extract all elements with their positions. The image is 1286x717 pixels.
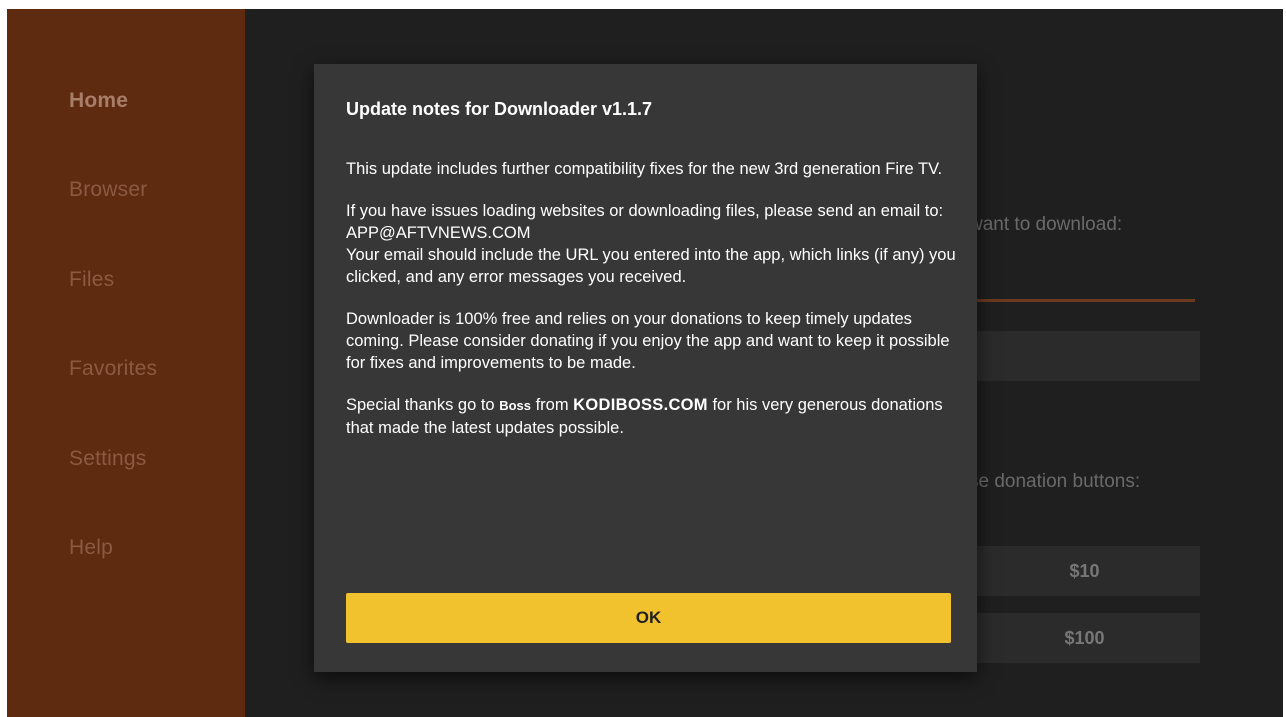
sidebar-item-help[interactable]: Help (69, 536, 113, 560)
app-window: Home Browser Files Favorites Settings He… (7, 9, 1283, 717)
sidebar-item-settings[interactable]: Settings (69, 447, 146, 471)
donate-10-button[interactable]: $10 (969, 546, 1200, 596)
dialog-text: Your email should include the URL you en… (346, 246, 956, 286)
dialog-body: This update includes further compatibili… (346, 158, 956, 459)
sidebar-item-home[interactable]: Home (69, 89, 128, 113)
donor-site: KODIBOSS.COM (573, 396, 708, 414)
dialog-title: Update notes for Downloader v1.1.7 (346, 99, 653, 119)
go-button[interactable] (969, 331, 1200, 381)
ok-button[interactable]: OK (346, 593, 951, 643)
donation-prompt-text: se donation buttons: (969, 471, 1141, 492)
dialog-paragraph: Downloader is 100% free and relies on yo… (346, 310, 950, 372)
dialog-paragraph: This update includes further compatibili… (346, 160, 943, 178)
donate-100-button[interactable]: $100 (969, 613, 1200, 663)
url-prompt-text: want to download: (969, 214, 1123, 235)
update-notes-dialog: Update notes for Downloader v1.1.7 This … (314, 64, 977, 672)
sidebar: Home Browser Files Favorites Settings He… (7, 9, 245, 717)
url-input-underline (975, 299, 1195, 302)
dialog-text: Special thanks go to (346, 396, 500, 414)
sidebar-item-browser[interactable]: Browser (69, 178, 147, 202)
sidebar-item-favorites[interactable]: Favorites (69, 357, 157, 381)
dialog-text: from (530, 396, 574, 414)
dialog-paragraph: Special thanks go to Boss from KODIBOSS.… (346, 394, 956, 439)
donor-name: Boss (499, 398, 531, 413)
dialog-paragraph: If you have issues loading websites or d… (346, 200, 956, 288)
dialog-text: If you have issues loading websites or d… (346, 202, 944, 242)
sidebar-item-files[interactable]: Files (69, 268, 114, 292)
